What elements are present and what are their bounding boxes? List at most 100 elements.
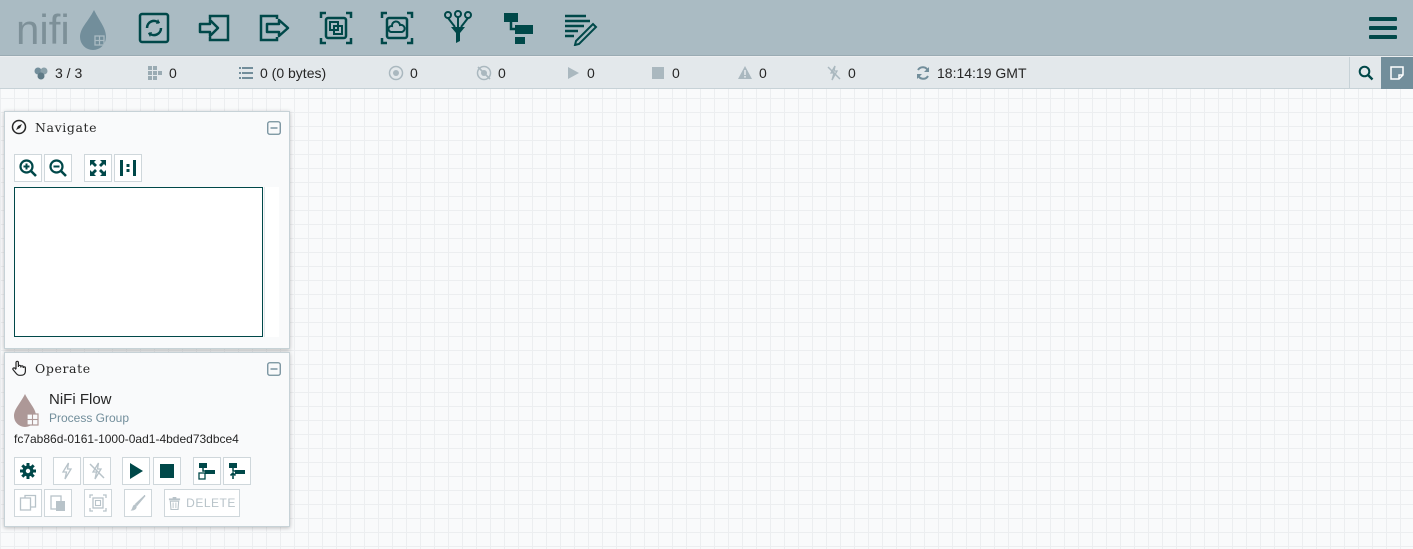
compass-icon	[11, 119, 27, 135]
paste-button[interactable]	[44, 489, 72, 517]
lightning-icon	[61, 462, 73, 480]
configure-button[interactable]	[14, 457, 42, 485]
delete-button[interactable]: DELETE	[164, 489, 240, 517]
cluster-icon	[34, 67, 48, 80]
active-threads-status: 0	[147, 57, 177, 89]
stop-icon	[160, 464, 174, 478]
label-tool[interactable]	[560, 8, 600, 48]
nifi-logo: nifi	[16, 6, 112, 53]
color-button[interactable]	[124, 489, 152, 517]
running-status: 0	[565, 57, 595, 89]
zoom-out-button[interactable]	[44, 154, 72, 182]
collapse-navigate-icon[interactable]	[267, 121, 281, 135]
play-icon	[568, 67, 579, 79]
birdseye-view[interactable]	[14, 187, 263, 337]
stop-icon	[652, 67, 664, 79]
search-button[interactable]	[1349, 57, 1381, 89]
last-refresh-time: 18:14:19 GMT	[937, 65, 1027, 81]
process-group-icon	[319, 11, 353, 45]
output-port-icon	[259, 14, 290, 42]
zoom-out-icon	[49, 159, 67, 177]
play-icon	[130, 463, 143, 479]
birdseye-scrollbar[interactable]	[264, 187, 279, 337]
warning-icon	[738, 66, 752, 79]
input-port-tool[interactable]	[194, 8, 234, 48]
collapse-operate-icon[interactable]	[267, 362, 281, 376]
hamburger-icon	[1369, 17, 1397, 39]
template-icon	[504, 13, 533, 44]
enable-button[interactable]	[53, 457, 81, 485]
global-menu-button[interactable]	[1367, 12, 1399, 44]
start-button[interactable]	[122, 457, 150, 485]
stopped-count: 0	[672, 65, 680, 81]
operate-panel: Operate NiFi Flow Process Group fc7ab86d…	[4, 352, 290, 527]
disabled-count: 0	[848, 65, 856, 81]
bulletin-board-button[interactable]	[1381, 57, 1413, 89]
cluster-count: 3 / 3	[55, 65, 83, 81]
operate-title: Operate	[35, 361, 91, 376]
queued-count: 0 (0 bytes)	[260, 65, 327, 81]
queued-status: 0 (0 bytes)	[238, 57, 326, 89]
actual-size-icon	[120, 160, 136, 176]
create-template-button[interactable]	[193, 457, 221, 485]
disable-button[interactable]	[83, 457, 111, 485]
operate-header: Operate	[5, 353, 289, 383]
disabled-icon	[827, 65, 841, 81]
gear-icon	[20, 463, 36, 479]
refresh-status[interactable]: 18:14:19 GMT	[915, 57, 1027, 89]
not-transmitting-status: 0	[476, 57, 506, 89]
stop-button[interactable]	[153, 457, 181, 485]
zoom-in-button[interactable]	[14, 154, 42, 182]
refresh-icon[interactable]	[915, 65, 931, 81]
invalid-count: 0	[759, 65, 767, 81]
processor-icon	[138, 12, 170, 44]
svg-text:nifi: nifi	[16, 6, 70, 50]
paste-icon	[50, 495, 65, 511]
label-icon	[565, 14, 598, 46]
list-icon	[239, 67, 253, 79]
copy-icon	[19, 494, 37, 511]
transmitting-icon	[388, 65, 404, 81]
status-bar: 3 / 3 0 0 (0 bytes) 0 0 0 0 0 0 18:14:19…	[0, 57, 1413, 89]
threads-count: 0	[169, 65, 177, 81]
fit-button[interactable]	[84, 154, 112, 182]
expand-icon	[90, 160, 106, 176]
actual-size-button[interactable]	[114, 154, 142, 182]
delete-label: DELETE	[186, 496, 236, 510]
trash-icon	[169, 496, 181, 510]
remote-process-group-tool[interactable]	[377, 8, 417, 48]
navigate-panel: Navigate	[4, 111, 290, 349]
zoom-in-icon	[19, 159, 37, 177]
create-template-icon	[198, 463, 215, 480]
group-icon	[89, 494, 107, 512]
not-transmitting-count: 0	[498, 65, 506, 81]
transmitting-status: 0	[388, 57, 418, 89]
invalid-status: 0	[737, 57, 767, 89]
transmitting-count: 0	[410, 65, 418, 81]
navigate-title: Navigate	[35, 120, 98, 135]
input-port-icon	[198, 14, 230, 42]
disabled-status: 0	[826, 57, 856, 89]
processor-tool[interactable]	[134, 8, 174, 48]
upload-template-button[interactable]	[223, 457, 251, 485]
sticky-note-icon	[1390, 66, 1404, 80]
threads-icon	[148, 66, 162, 80]
process-group-drop-icon	[14, 394, 39, 427]
funnel-tool[interactable]	[438, 8, 478, 48]
funnel-icon	[444, 10, 472, 43]
navigate-header: Navigate	[5, 112, 289, 142]
copy-button[interactable]	[14, 489, 42, 517]
process-group-tool[interactable]	[316, 8, 356, 48]
output-port-tool[interactable]	[255, 8, 295, 48]
stopped-status: 0	[650, 57, 680, 89]
hand-pointer-icon	[12, 360, 26, 376]
template-tool[interactable]	[499, 8, 539, 48]
pg-name: NiFi Flow	[49, 391, 112, 408]
remote-group-icon	[380, 11, 414, 45]
disabled-lightning-icon	[89, 462, 105, 480]
pg-id: fc7ab86d-0161-1000-0ad1-4bded73dbce4	[14, 432, 239, 446]
group-button[interactable]	[84, 489, 112, 517]
not-transmitting-icon	[476, 65, 492, 81]
header-toolbar: nifi	[0, 0, 1413, 56]
running-count: 0	[587, 65, 595, 81]
